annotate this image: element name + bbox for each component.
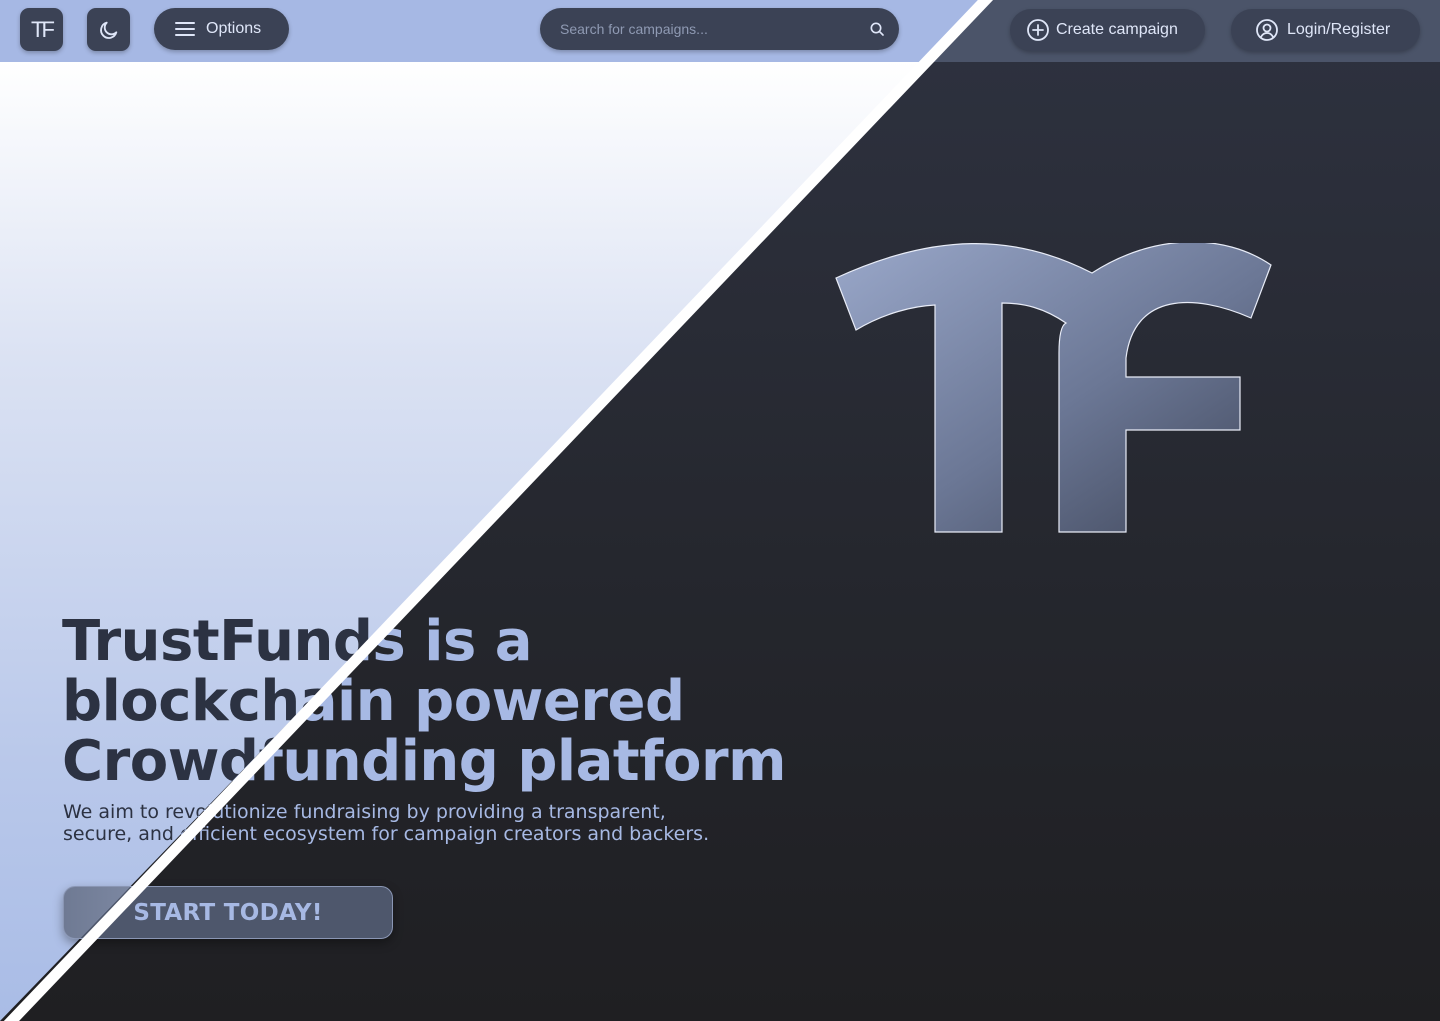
landing-page: TrustFunds is a blockchain powered Crowd… (0, 0, 1440, 1021)
login-register-button[interactable]: Login/Register (1231, 9, 1420, 51)
theme-toggle-button[interactable] (87, 8, 130, 51)
menu-icon (175, 22, 195, 36)
trustfunds-logo-large (835, 243, 1272, 533)
create-campaign-button[interactable]: Create campaign (1010, 9, 1205, 51)
logo-text: TF (31, 16, 55, 42)
search-bar (540, 8, 899, 50)
search-icon[interactable] (869, 21, 885, 37)
options-button[interactable]: Options (154, 8, 289, 50)
user-circle-icon (1256, 19, 1278, 41)
home-logo-button[interactable]: TF (20, 8, 63, 51)
login-register-label: Login/Register (1287, 21, 1391, 38)
search-input[interactable] (558, 20, 869, 38)
options-label: Options (206, 20, 262, 37)
plus-circle-icon (1027, 19, 1049, 41)
moon-icon (99, 21, 117, 39)
create-campaign-label: Create campaign (1056, 21, 1178, 38)
